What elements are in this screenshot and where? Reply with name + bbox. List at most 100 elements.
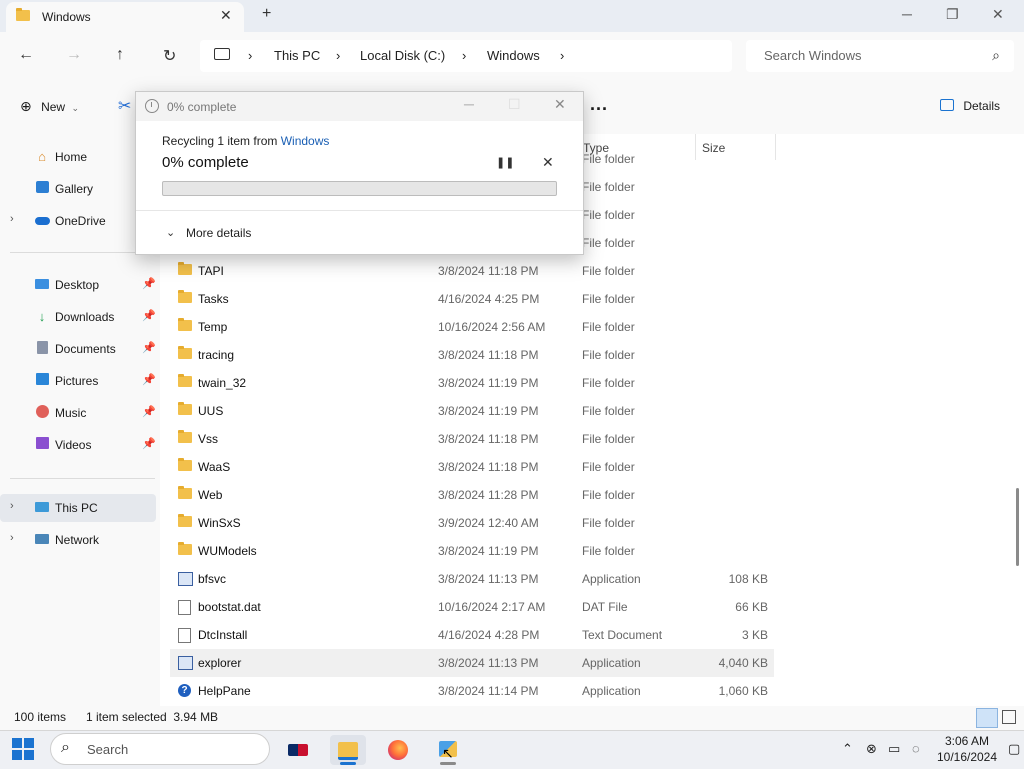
cancel-operation-button[interactable]: ✕	[542, 154, 554, 171]
file-row[interactable]: ? HelpPane 3/8/2024 11:14 PM Application 1,0…	[170, 677, 774, 705]
file-row[interactable]: UUS 3/8/2024 11:19 PM File folder	[170, 397, 774, 425]
file-explorer-taskbar-icon[interactable]	[330, 735, 366, 765]
file-row[interactable]: Tasks 4/16/2024 4:25 PM File folder	[170, 285, 774, 313]
file-type: File folder	[582, 208, 635, 222]
device-icon[interactable]: ▭	[888, 741, 900, 757]
folder-icon	[178, 262, 192, 275]
dialog-title-bar: 0% complete ─ ☐ ✕	[136, 92, 583, 121]
more-details-button[interactable]: More details	[186, 226, 251, 240]
dialog-percent-complete: 0% complete	[162, 154, 249, 171]
sync-status-icon[interactable]: ⊗	[866, 741, 877, 757]
minimize-button[interactable]: ─	[902, 6, 912, 22]
folder-icon	[178, 402, 192, 415]
forward-button[interactable]: →	[66, 46, 82, 64]
file-row[interactable]: tracing 3/8/2024 11:18 PM File folder	[170, 341, 774, 369]
dialog-close-button[interactable]: ✕	[554, 96, 566, 113]
file-size: 108 KB	[728, 572, 768, 586]
folder-icon	[178, 318, 192, 331]
chevron-down-icon[interactable]: ⌄	[166, 226, 175, 239]
breadcrumb-this-pc[interactable]: This PC	[274, 48, 320, 63]
recycling-source-link[interactable]: Windows	[281, 134, 330, 148]
details-button[interactable]: Details	[940, 99, 1000, 113]
file-name: bfsvc	[198, 572, 227, 586]
disk-cleanup-taskbar-icon[interactable]: ↖	[430, 735, 466, 765]
selection-info: 1 item selected 3.94 MB	[86, 710, 219, 724]
firefox-taskbar-icon[interactable]	[380, 735, 416, 765]
progress-bar	[162, 181, 557, 196]
sidebar-item-onedrive[interactable]: › OneDrive	[0, 207, 156, 235]
up-button[interactable]: ↑	[116, 46, 124, 64]
details-view-icon[interactable]	[976, 708, 998, 728]
close-window-button[interactable]: ✕	[992, 6, 1004, 23]
file-row[interactable]: DtcInstall 4/16/2024 4:28 PM Text Document…	[170, 621, 774, 649]
maximize-button[interactable]: ❐	[946, 6, 959, 23]
file-type: File folder	[582, 320, 635, 334]
chevron-up-icon[interactable]: ⌃	[842, 741, 853, 757]
mlb-app-icon[interactable]	[280, 735, 316, 765]
breadcrumb-local-disk[interactable]: Local Disk (C:)	[360, 48, 445, 63]
pause-button[interactable]: ❚❚	[496, 156, 514, 169]
downloads-icon: ↓	[38, 309, 46, 324]
sidebar-item-pictures[interactable]: Pictures 📌	[0, 367, 156, 395]
breadcrumb-windows[interactable]: Windows	[487, 48, 540, 63]
file-row[interactable]: bfsvc 3/8/2024 11:13 PM Application 108 KB	[170, 565, 774, 593]
network-offline-icon[interactable]: ◌	[912, 741, 920, 756]
status-bar: 100 items 1 item selected 3.94 MB	[0, 706, 1024, 730]
sidebar-item-videos[interactable]: Videos 📌	[0, 431, 156, 459]
file-name: HelpPane	[198, 684, 251, 698]
sidebar-item-network[interactable]: › Network	[0, 526, 156, 554]
onedrive-icon	[34, 213, 50, 229]
sidebar-item-gallery[interactable]: Gallery	[0, 175, 156, 203]
chevron-right-icon[interactable]: ›	[10, 213, 14, 225]
search-box[interactable]: Search Windows ⌕	[746, 40, 1014, 72]
file-name: DtcInstall	[198, 628, 248, 642]
file-date-modified: 3/8/2024 11:18 PM	[438, 264, 539, 278]
file-row[interactable]: Temp 10/16/2024 2:56 AM File folder	[170, 313, 774, 341]
file-row[interactable]: Vss 3/8/2024 11:18 PM File folder	[170, 425, 774, 453]
file-type: File folder	[582, 432, 635, 446]
new-tab-button[interactable]: +	[262, 5, 271, 23]
file-type: File folder	[582, 180, 635, 194]
file-type: File folder	[582, 544, 635, 558]
chevron-right-icon[interactable]: ›	[10, 500, 14, 512]
taskbar-search-input[interactable]: Search	[87, 742, 128, 757]
sidebar-item-documents[interactable]: Documents 📌	[0, 335, 156, 363]
clock-time[interactable]: 3:06 AM	[944, 734, 990, 748]
search-input[interactable]: Search Windows	[764, 48, 862, 63]
dialog-minimize-button[interactable]: ─	[464, 96, 474, 112]
file-row[interactable]: WUModels 3/8/2024 11:19 PM File folder	[170, 537, 774, 565]
file-type: File folder	[582, 376, 635, 390]
refresh-button[interactable]: ↻	[163, 46, 176, 66]
file-type: File folder	[582, 152, 635, 166]
back-button[interactable]: ←	[18, 46, 34, 64]
clock-date[interactable]: 10/16/2024	[936, 750, 998, 764]
chevron-right-icon[interactable]: ›	[10, 532, 14, 544]
pin-icon: 📌	[142, 374, 156, 386]
sidebar-item-desktop[interactable]: Desktop 📌	[0, 271, 156, 299]
sidebar-item-home[interactable]: ⌂ Home	[0, 143, 156, 171]
file-row[interactable]: TAPI 3/8/2024 11:18 PM File folder	[170, 257, 774, 285]
file-row[interactable]: Web 3/8/2024 11:28 PM File folder	[170, 481, 774, 509]
file-row[interactable]: WinSxS 3/9/2024 12:40 AM File folder	[170, 509, 774, 537]
file-row[interactable]: twain_32 3/8/2024 11:19 PM File folder	[170, 369, 774, 397]
tiles-view-icon[interactable]	[1002, 710, 1016, 724]
windows-start-icon[interactable]	[12, 738, 34, 760]
file-date-modified: 3/8/2024 11:18 PM	[438, 348, 539, 362]
address-bar[interactable]: › This PC › Local Disk (C:) › Windows ›	[200, 40, 732, 72]
new-button[interactable]: ⊕ New ⌄	[20, 98, 79, 115]
close-tab-icon[interactable]: ✕	[220, 7, 232, 24]
vertical-scrollbar-thumb[interactable]	[1016, 488, 1019, 566]
more-options-button[interactable]: ...	[590, 94, 608, 115]
chevron-right-icon[interactable]: ›	[560, 48, 564, 63]
file-row[interactable]: explorer 3/8/2024 11:13 PM Application 4,04…	[170, 649, 774, 677]
scissors-icon[interactable]: ✂	[118, 96, 131, 116]
file-row[interactable]: bootstat.dat 10/16/2024 2:17 AM DAT File 66…	[170, 593, 774, 621]
taskbar-search-box[interactable]: ⌕ Search	[50, 733, 270, 765]
tab-windows[interactable]: Windows ✕	[6, 2, 244, 32]
file-row[interactable]: WaaS 3/8/2024 11:18 PM File folder	[170, 453, 774, 481]
sidebar-item-this-pc[interactable]: › This PC	[0, 494, 156, 522]
notification-icon[interactable]: ▢	[1008, 741, 1020, 757]
file-name: WinSxS	[198, 516, 241, 530]
sidebar-item-downloads[interactable]: ↓ Downloads 📌	[0, 303, 156, 331]
sidebar-item-music[interactable]: Music 📌	[0, 399, 156, 427]
